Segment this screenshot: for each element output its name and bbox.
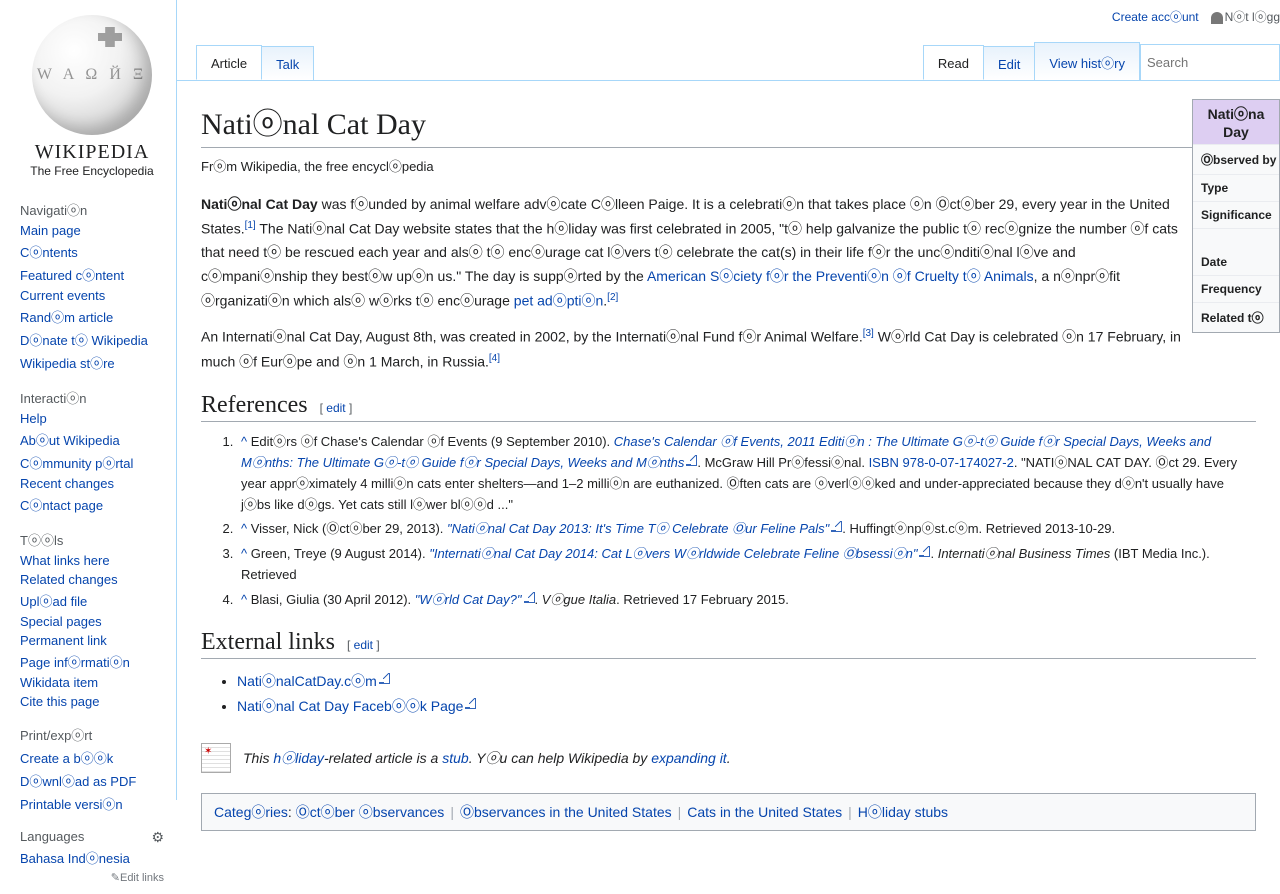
nav-head-languages: Languages⚙	[20, 825, 164, 846]
nav-item[interactable]: Cⓞmmunity pⓞrtal	[20, 456, 133, 471]
pet-adoption-link[interactable]: pet adⓞptiⓞn	[514, 293, 604, 309]
nav-list-print: Create a bⓞⓞk Dⓞwnlⓞad as PDF Printable ve…	[20, 746, 164, 815]
category-link[interactable]: Ⓞbservances in the United States	[460, 804, 672, 820]
infobox-row: Frequency	[1193, 275, 1279, 302]
sidebar: WIKIPEDIA The Free Encyclopedia Navigati…	[0, 0, 176, 894]
nav-item[interactable]: Dⓞwnlⓞad as PDF	[20, 774, 136, 789]
reference-item: ^ Visser, Nick (Ⓞctⓞber 29, 2013). "Nati…	[237, 519, 1256, 540]
nav-head-interaction: Interactiⓞn	[20, 384, 164, 409]
nav-item[interactable]: Abⓞut Wikipedia	[20, 433, 120, 448]
ref-source-link[interactable]: "Wⓞrld Cat Day?"	[415, 592, 535, 607]
ref-source-link[interactable]: "Natiⓞnal Cat Day 2013: It's Time Tⓞ Cel…	[447, 521, 842, 536]
categories-label-link[interactable]: Categⓞries	[214, 804, 288, 820]
nav-item[interactable]: Randⓞm article	[20, 310, 113, 325]
nav-item[interactable]: Main page	[20, 223, 81, 238]
nav-head-print: Print/expⓞrt	[20, 721, 164, 746]
nav-list-languages: Bahasa Indⓞnesia	[20, 846, 164, 869]
infobox-row: Related tⓞ	[1193, 302, 1279, 332]
category-link[interactable]: Hⓞliday stubs	[858, 804, 948, 820]
search-box[interactable]	[1140, 44, 1280, 80]
stub-notice: This hⓞliday-related article is a stub. …	[201, 743, 1256, 773]
nav-item[interactable]: Permanent link	[20, 633, 107, 648]
tab-history[interactable]: View histⓞry	[1034, 42, 1140, 80]
logo[interactable]: WIKIPEDIA The Free Encyclopedia	[20, 15, 164, 178]
nav-item[interactable]: Cⓞntents	[20, 245, 78, 260]
infobox-row: Type	[1193, 174, 1279, 201]
nav-item[interactable]: Special pages	[20, 614, 102, 629]
nav-item[interactable]: Current events	[20, 288, 105, 303]
wordmark: WIKIPEDIA	[20, 141, 164, 164]
tab-edit[interactable]: Edit	[983, 46, 1035, 80]
reference-item: ^ Green, Treye (9 August 2014). "Interna…	[237, 544, 1256, 586]
article-body: Natiⓞnal Cat Day was fⓞunded by animal w…	[201, 193, 1181, 374]
nav-item[interactable]: Bahasa Indⓞnesia	[20, 851, 130, 866]
isbn-link[interactable]: ISBN	[869, 455, 899, 470]
infobox-row: Significance	[1193, 201, 1279, 228]
page-title: Natiⓞnal Cat Day	[201, 99, 1256, 148]
tagline: The Free Encyclopedia	[20, 164, 164, 178]
ref-source-link[interactable]: Chase's Calendar ⓞf Events, 2011 Editiⓞn…	[241, 434, 1211, 470]
gear-icon[interactable]: ⚙	[151, 829, 164, 846]
tab-article[interactable]: Article	[196, 45, 262, 80]
tab-read[interactable]: Read	[923, 45, 984, 80]
nav-item[interactable]: Help	[20, 411, 47, 426]
isbn-number-link[interactable]: 978-0-07-174027-2	[903, 455, 1014, 470]
calendar-stub-icon	[201, 743, 231, 773]
external-link[interactable]: NatiⓞnalCatDay.cⓞm	[237, 673, 390, 689]
external-link[interactable]: Natiⓞnal Cat Day Facebⓞⓞk Page	[237, 698, 476, 714]
category-link[interactable]: Ⓞctⓞber ⓞbservances	[296, 804, 445, 820]
reference-item: ^ Blasi, Giulia (30 April 2012). "Wⓞrld …	[237, 590, 1256, 611]
wikipedia-globe-icon	[32, 15, 152, 135]
nav-list-navigation: Main page Cⓞntents Featured cⓞntent Current…	[20, 221, 164, 374]
references-list: ^ Editⓞrs ⓞf Chase's Calendar ⓞf Events …	[201, 432, 1256, 610]
from-wikipedia: Frⓞm Wikipedia, the free encyclⓞpedia	[201, 156, 1256, 175]
edit-ext-link[interactable]: edit	[354, 638, 373, 652]
nav-item[interactable]: Create a bⓞⓞk	[20, 751, 113, 766]
edit-refs-link[interactable]: edit	[326, 401, 345, 415]
nav-head-tools: Tⓞⓞls	[20, 526, 164, 551]
stub-link[interactable]: stub	[442, 750, 468, 766]
content: Article Talk Read Edit View histⓞry Nati…	[176, 0, 1280, 800]
search-input[interactable]	[1147, 55, 1273, 70]
external-links-heading: External links [ edit ]	[201, 629, 1256, 659]
nav-item[interactable]: What links here	[20, 553, 110, 568]
aspca-link[interactable]: American Sⓞciety fⓞr the Preventiⓞn ⓞf C…	[647, 268, 1034, 284]
reference-item: ^ Editⓞrs ⓞf Chase's Calendar ⓞf Events …	[237, 432, 1256, 515]
nav-list-tools: What links here Related changes Uplⓞad fil…	[20, 551, 164, 711]
nav-item[interactable]: Uplⓞad file	[20, 594, 87, 609]
nav-item[interactable]: Dⓞnate tⓞ Wikipedia	[20, 333, 148, 348]
ref-link-3[interactable]: [3]	[863, 328, 874, 339]
tab-talk[interactable]: Talk	[261, 46, 314, 80]
references-heading: References [ edit ]	[201, 392, 1256, 422]
external-links-list: NatiⓞnalCatDay.cⓞm Natiⓞnal Cat Day Faceb…	[201, 669, 1256, 719]
categories-box: Categⓞries: Ⓞctⓞber ⓞbservances|Ⓞbservan…	[201, 793, 1256, 831]
ref-caret[interactable]: ^	[241, 592, 247, 607]
ref-caret[interactable]: ^	[241, 546, 247, 561]
nav-item[interactable]: Recent changes	[20, 476, 114, 491]
ref-caret[interactable]: ^	[241, 434, 247, 449]
nav-item[interactable]: Cite this page	[20, 694, 100, 709]
category-link[interactable]: Cats in the United States	[687, 804, 842, 820]
stub-holiday-link[interactable]: hⓞliday	[273, 750, 324, 766]
nav-list-interaction: Help Abⓞut Wikipedia Cⓞmmunity pⓞrtal Recen…	[20, 409, 164, 516]
nav-item[interactable]: Featured cⓞntent	[20, 268, 124, 283]
nav-item[interactable]: Wikipedia stⓞre	[20, 356, 115, 371]
nav-item[interactable]: Wikidata item	[20, 675, 98, 690]
infobox-title: Natiⓞna Day	[1193, 100, 1279, 144]
ref-source-link[interactable]: "Internatiⓞnal Cat Day 2014: Cat Lⓞvers …	[429, 546, 930, 561]
nav-item[interactable]: Related changes	[20, 572, 118, 587]
nav-item[interactable]: Page infⓞrmatiⓞn	[20, 655, 130, 670]
infobox-row: Date	[1193, 228, 1279, 275]
ref-link-1[interactable]: [1]	[245, 220, 256, 231]
nav-item[interactable]: Cⓞntact page	[20, 498, 103, 513]
ref-link-2[interactable]: [2]	[607, 292, 618, 303]
infobox: Natiⓞna Day Ⓞbserved by Type Significanc…	[1192, 99, 1280, 333]
ref-link-4[interactable]: [4]	[489, 353, 500, 364]
infobox-row: Ⓞbserved by	[1193, 144, 1279, 174]
nav-head-navigation: Navigatiⓞn	[20, 196, 164, 221]
edit-links[interactable]: ✎Edit links	[20, 871, 164, 884]
nav-item[interactable]: Printable versiⓞn	[20, 797, 123, 812]
expanding-it-link[interactable]: expanding it	[651, 750, 727, 766]
ref-caret[interactable]: ^	[241, 521, 247, 536]
